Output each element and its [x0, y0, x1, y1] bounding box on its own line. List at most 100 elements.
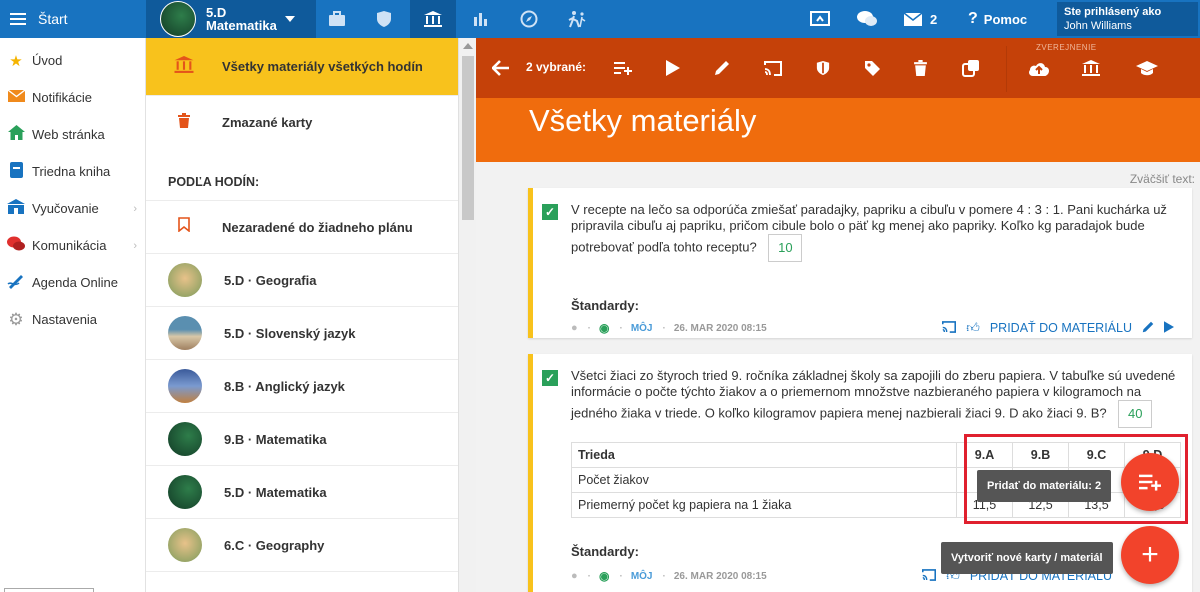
- pencil-icon[interactable]: [714, 56, 730, 80]
- materials-panel: Všetky materiály všetkých hodín Zmazané …: [146, 38, 458, 592]
- back-arrow-icon[interactable]: [492, 56, 510, 80]
- nav-item-uvod[interactable]: ★ Úvod: [0, 42, 145, 79]
- card-meta: ● · ◉ · MÔJ · 26. MAR 2020 08:15: [571, 569, 767, 583]
- answer-box: 40: [1118, 400, 1153, 428]
- lesson-item[interactable]: 9.B · Matematika: [146, 413, 458, 466]
- card-actions: 👍︎ PRIDAŤ DO MATERIÁLU: [932, 320, 1174, 336]
- shield-icon[interactable]: [816, 56, 830, 80]
- trash-icon[interactable]: [914, 56, 927, 80]
- messages-button[interactable]: 2: [904, 0, 937, 38]
- start-menu-button[interactable]: Štart: [0, 0, 146, 38]
- create-card-fab[interactable]: +: [1121, 526, 1179, 584]
- tag-icon[interactable]: [864, 56, 881, 80]
- cast-icon[interactable]: [942, 320, 957, 336]
- chart-icon[interactable]: [458, 0, 504, 38]
- chat-icon: [6, 236, 26, 255]
- lesson-item[interactable]: 5.D · Geografia: [146, 254, 458, 307]
- institution-icon[interactable]: [1081, 56, 1101, 80]
- nav-item-notifikacie[interactable]: Notifikácie: [0, 79, 145, 116]
- book-icon: [6, 161, 26, 182]
- thumbs-up-icon[interactable]: 👍︎: [966, 320, 980, 336]
- scroll-up-icon[interactable]: [463, 43, 473, 49]
- institution-icon[interactable]: [410, 0, 456, 38]
- all-materials-item[interactable]: Všetky materiály všetkých hodín: [146, 38, 458, 96]
- scroll-thumb[interactable]: [462, 56, 474, 220]
- table-cell: Priemerný počet kg papiera na 1 žiaka: [571, 492, 957, 518]
- envelope-icon: [6, 89, 26, 106]
- owner-label: MÔJ: [630, 570, 653, 582]
- owner-label: MÔJ: [630, 322, 653, 334]
- globe-icon: ◉: [599, 321, 610, 335]
- top-bar: Štart 5.D Matematika 2 ? Pomoc Ste prihl…: [0, 0, 1200, 38]
- nav-item-nastavenia[interactable]: ⚙ Nastavenia: [0, 301, 145, 338]
- chat-bubbles-icon[interactable]: [856, 0, 878, 38]
- walking-icon[interactable]: [554, 0, 600, 38]
- lesson-avatar: [168, 316, 202, 350]
- playlist-add-icon[interactable]: [614, 56, 632, 80]
- nav-item-vyucovanie[interactable]: Vyučovanie ›: [0, 190, 145, 227]
- add-to-material-fab[interactable]: [1121, 453, 1179, 511]
- subject-name: Matematika: [206, 18, 277, 33]
- plus-icon: +: [1141, 538, 1159, 571]
- lesson-item[interactable]: 8.B · Anglický jazyk: [146, 360, 458, 413]
- class-selector[interactable]: 5.D Matematika: [146, 0, 316, 38]
- panel-scrollbar[interactable]: [458, 38, 476, 592]
- checkbox-checked[interactable]: ✓: [542, 370, 558, 386]
- nav-item-triedna-kniha[interactable]: Triedna kniha: [0, 153, 145, 190]
- chevron-down-icon: [284, 16, 295, 22]
- left-navigation: ★ Úvod Notifikácie Web stránka Triedna k…: [0, 38, 146, 592]
- pencil-icon[interactable]: [1142, 321, 1154, 336]
- tag-icon[interactable]: ●: [571, 322, 578, 334]
- collapse-handle[interactable]: [4, 588, 94, 592]
- user-account[interactable]: Ste prihlásený ako John Williams: [1057, 2, 1198, 36]
- screen-share-icon[interactable]: [810, 0, 830, 38]
- cast-icon[interactable]: [764, 56, 782, 80]
- compass-icon[interactable]: [506, 0, 552, 38]
- lesson-item[interactable]: 6.C · Geography: [146, 519, 458, 572]
- lesson-avatar: [168, 422, 202, 456]
- nav-item-web-stranka[interactable]: Web stránka: [0, 116, 145, 153]
- pen-icon: [6, 273, 26, 293]
- table-header: Trieda: [571, 442, 957, 468]
- bookmark-icon: [168, 217, 200, 237]
- add-to-material-link[interactable]: PRIDAŤ DO MATERIÁLU: [990, 321, 1132, 335]
- nav-label: Úvod: [32, 53, 63, 68]
- cloud-upload-icon[interactable]: [1028, 56, 1050, 80]
- deleted-cards-item[interactable]: Zmazané karty: [146, 96, 458, 149]
- nav-label: Komunikácia: [32, 238, 107, 253]
- zoom-text-button[interactable]: Zväčšiť text:: [1130, 172, 1195, 186]
- briefcase-icon[interactable]: [314, 0, 360, 38]
- graduation-cap-icon[interactable]: [1136, 56, 1158, 80]
- hamburger-icon: [10, 13, 26, 25]
- chevron-right-icon: ›: [133, 202, 137, 215]
- play-icon[interactable]: [666, 56, 680, 80]
- cast-icon[interactable]: [922, 568, 937, 584]
- star-icon: ★: [9, 52, 23, 70]
- lesson-item[interactable]: 5.D · Slovenský jazyk: [146, 307, 458, 360]
- table-cell: Počet žiakov: [571, 467, 957, 493]
- material-card[interactable]: ✓ V recepte na lečo sa odporúča zmiešať …: [528, 188, 1192, 338]
- lesson-item[interactable]: 5.D · Matematika: [146, 466, 458, 519]
- nav-label: Agenda Online: [32, 275, 119, 290]
- nav-item-komunikacia[interactable]: Komunikácia ›: [0, 227, 145, 264]
- page-title: Všetky materiály: [529, 103, 757, 138]
- playlist-add-icon: [1139, 474, 1161, 491]
- selection-action-bar: 2 vybrané: ZVEREJNENIE: [476, 38, 1200, 98]
- card-date: 26. MAR 2020 08:15: [673, 322, 767, 334]
- by-lessons-header: PODĽA HODÍN:: [146, 163, 458, 201]
- lesson-label: 9.B · Matematika: [224, 431, 327, 447]
- gear-icon: ⚙: [8, 309, 24, 329]
- divider: [1006, 46, 1007, 92]
- help-button[interactable]: ? Pomoc: [968, 0, 1027, 38]
- selected-count-label: 2 vybrané:: [526, 60, 587, 74]
- start-label: Štart: [38, 11, 68, 27]
- tag-icon[interactable]: ●: [571, 570, 578, 582]
- play-icon[interactable]: [1164, 320, 1174, 336]
- user-name: John Williams: [1064, 20, 1132, 32]
- nav-label: Triedna kniha: [32, 164, 111, 179]
- unassigned-item[interactable]: Nezaradené do žiadneho plánu: [146, 201, 458, 254]
- nav-item-agenda-online[interactable]: Agenda Online: [0, 264, 145, 301]
- copy-icon[interactable]: [962, 56, 980, 80]
- checkbox-checked[interactable]: ✓: [542, 204, 558, 220]
- shield-icon[interactable]: [361, 0, 407, 38]
